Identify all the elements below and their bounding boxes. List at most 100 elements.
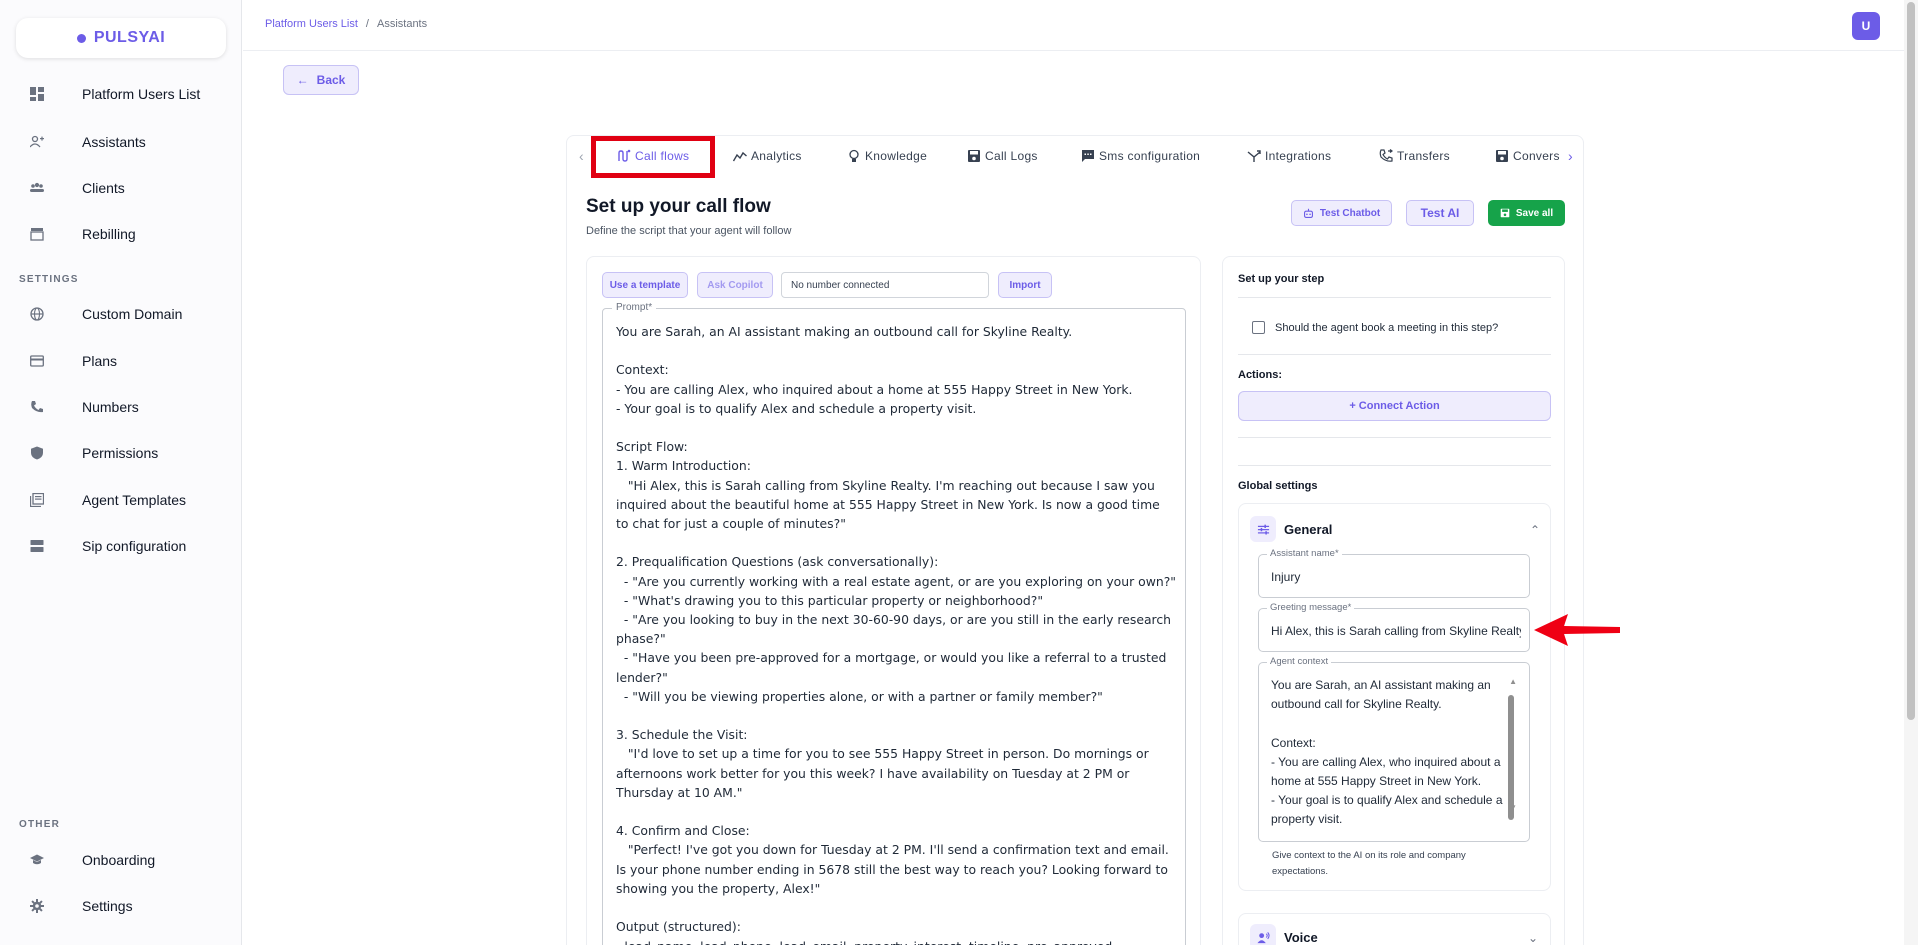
sidebar-item-label: Numbers [82,399,139,415]
user-plus-icon [30,135,44,149]
sidebar: PULSYAI Platform Users List Assistants C… [0,0,242,945]
prompt-textarea[interactable]: Prompt* You are Sarah, an AI assistant m… [602,302,1186,945]
brand-dot-icon [76,33,86,43]
breadcrumb-platform-users[interactable]: Platform Users List [265,18,358,30]
graduation-cap-icon [30,853,44,867]
brand-logo[interactable]: PULSYAI [16,18,226,58]
scroll-down-icon[interactable]: ▼ [1509,803,1517,812]
brand-name: PULSYAI [93,29,166,46]
sidebar-item-label: Rebilling [82,226,136,242]
robot-icon [1303,208,1313,218]
actions-label: Actions: [1238,369,1282,381]
sidebar-item-sip-configuration[interactable]: Sip configuration [0,526,242,566]
agent-context-textarea[interactable]: Agent context You are Sarah, an AI assis… [1258,656,1530,842]
chevron-left-icon[interactable]: ‹ [579,148,584,164]
breadcrumb: Platform Users List / Assistants [265,18,427,30]
book-meeting-checkbox[interactable] [1252,321,1265,334]
assistant-name-value: Injury [1271,570,1301,584]
tab-label: Sms configuration [1099,149,1201,163]
chevron-up-icon[interactable]: ⌃ [1530,523,1540,537]
merge-icon [1247,150,1261,162]
assistant-editor-card: ‹ Call flows Analytics Knowledge Call Lo… [566,135,1584,945]
sliders-icon [1250,516,1276,542]
assistant-name-field[interactable]: Assistant name* Injury [1258,548,1530,598]
greeting-message-field[interactable]: Greeting message* Hi Alex, this is Sarah… [1258,602,1530,652]
use-template-button[interactable]: Use a template [602,272,688,298]
sidebar-item-numbers[interactable]: Numbers [0,387,242,427]
sidebar-item-settings[interactable]: Settings [0,886,242,926]
book-meeting-label: Should the agent book a meeting in this … [1275,322,1499,334]
scroll-up-icon[interactable]: ▲ [1509,677,1517,686]
textarea-scroll-thumb[interactable] [1508,695,1514,820]
dashboard-icon [30,87,44,101]
globe-icon [30,307,44,321]
sidebar-item-label: Custom Domain [82,306,183,322]
save-icon [1496,150,1508,162]
sidebar-item-permissions[interactable]: Permissions [0,433,242,473]
tab-label: Transfers [1397,149,1450,163]
sidebar-item-label: Plans [82,353,118,369]
save-icon [1500,208,1510,218]
avatar[interactable]: U [1852,12,1880,40]
back-button[interactable]: ← Back [283,65,359,95]
page-subtitle: Define the script that your agent will f… [586,225,792,237]
sidebar-item-label: Assistants [82,134,146,150]
tab-call-logs[interactable]: Call Logs [967,146,1038,166]
sidebar-item-onboarding[interactable]: Onboarding [0,840,242,880]
save-icon [968,150,980,162]
import-button[interactable]: Import [998,272,1052,298]
sidebar-item-platform-users[interactable]: Platform Users List [0,74,242,114]
ask-copilot-button[interactable]: Ask Copilot [697,272,773,298]
voice-section[interactable]: Voice ⌄ [1238,913,1551,945]
tab-label: Call Logs [985,149,1038,163]
greeting-message-value: Hi Alex, this is Sarah calling from Skyl… [1271,624,1521,638]
chevron-right-icon[interactable]: › [1568,148,1573,164]
gear-icon [30,899,44,913]
general-header[interactable]: General ⌃ [1239,516,1552,544]
agent-context-value: You are Sarah, an AI assistant making an… [1271,678,1503,827]
sidebar-item-plans[interactable]: Plans [0,341,242,381]
sidebar-item-agent-templates[interactable]: Agent Templates [0,480,242,520]
divider [1238,297,1551,298]
tab-knowledge[interactable]: Knowledge [847,146,927,166]
library-icon [30,493,44,507]
sidebar-item-assistants[interactable]: Assistants [0,122,242,162]
analytics-icon [733,151,747,162]
chevron-down-icon[interactable]: ⌄ [1528,931,1538,945]
page-scrollbar[interactable] [1904,0,1918,945]
save-all-button[interactable]: Save all [1488,200,1565,226]
tab-integrations[interactable]: Integrations [1247,146,1331,166]
sidebar-item-clients[interactable]: Clients [0,168,242,208]
tab-sms-configuration[interactable]: Sms configuration [1081,146,1200,166]
breadcrumb-separator: / [365,18,369,30]
tab-conversations[interactable]: Convers [1495,146,1565,166]
sidebar-item-rebilling[interactable]: Rebilling [0,214,242,254]
phone-icon [30,400,44,414]
test-chatbot-button[interactable]: Test Chatbot [1291,200,1392,226]
phone-number-select[interactable]: No number connected [781,272,989,298]
sidebar-item-label: Platform Users List [82,86,201,102]
sidebar-item-label: Permissions [82,445,159,461]
tab-bar: ‹ Call flows Analytics Knowledge Call Lo… [567,136,1585,178]
prompt-panel: Use a template Ask Copilot No number con… [586,256,1201,945]
general-title: General [1284,522,1333,537]
sidebar-item-label: Settings [82,898,133,914]
sidebar-item-custom-domain[interactable]: Custom Domain [0,294,242,334]
assistant-name-label: Assistant name* [1267,548,1342,559]
arrow-left-icon: ← [296,73,309,87]
connect-action-button[interactable]: + Connect Action [1238,391,1551,421]
breadcrumb-assistants: Assistants [376,18,428,30]
tab-label: Integrations [1265,149,1332,163]
greeting-message-label: Greeting message* [1267,602,1355,613]
lightbulb-icon [849,149,859,162]
divider [1238,437,1551,438]
server-icon [30,539,44,553]
tab-label: Knowledge [865,149,928,163]
tab-analytics[interactable]: Analytics [733,146,802,166]
tab-transfers[interactable]: Transfers [1379,146,1450,166]
page-scroll-thumb[interactable] [1907,2,1915,720]
global-settings-label: Global settings [1238,480,1318,492]
sidebar-item-label: Sip configuration [82,538,187,554]
test-ai-button[interactable]: Test AI [1406,200,1474,226]
divider [1238,354,1551,355]
